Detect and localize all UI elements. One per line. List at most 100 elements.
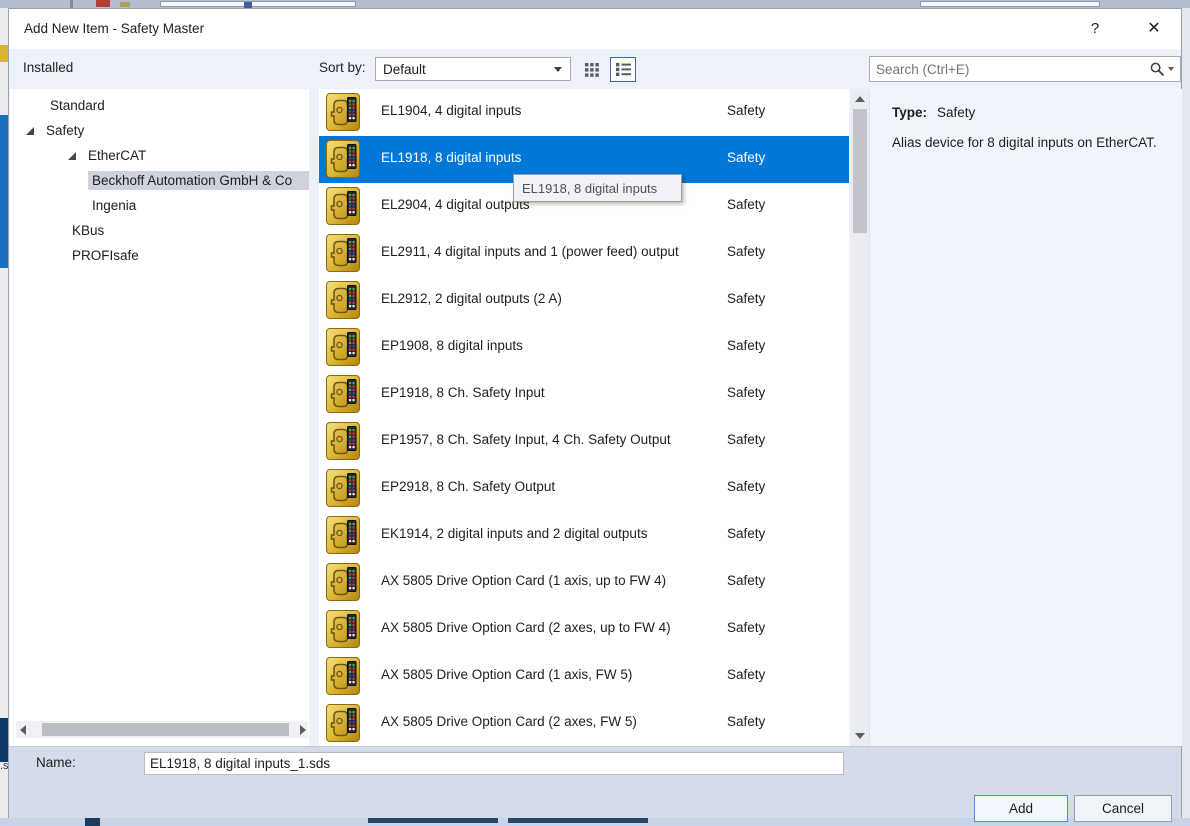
list-vertical-scrollbar[interactable] [851,89,869,746]
safety-terminal-icon [326,422,360,460]
add-new-item-dialog: Add New Item - Safety Master ? ✕ Install… [8,8,1182,818]
background-fragment [0,718,8,762]
search-input[interactable] [870,57,1150,81]
search-icon[interactable] [1150,62,1165,77]
background-toolbar-fragment [120,2,130,7]
item-name: AX 5805 Drive Option Card (2 axes, FW 5) [381,714,637,729]
scroll-up-icon[interactable] [855,96,865,102]
item-name: AX 5805 Drive Option Card (1 axis, FW 5) [381,667,632,682]
scrollbar-thumb[interactable] [853,109,867,233]
background-app-top-edge [0,0,1190,8]
list-item[interactable]: AX 5805 Drive Option Card (2 axes, FW 5)… [319,700,849,746]
list-item[interactable]: EK1914, 2 digital inputs and 2 digital o… [319,512,849,559]
list-item[interactable]: EP2918, 8 Ch. Safety Output Safety [319,465,849,512]
dialog-toolbar: Installed Sort by: Default [9,49,1181,89]
item-name: EL1918, 8 digital inputs [381,150,521,165]
dialog-title: Add New Item - Safety Master [24,21,204,36]
tree-expander-icon[interactable] [68,152,76,160]
safety-terminal-icon [326,375,360,413]
item-name: AX 5805 Drive Option Card (2 axes, up to… [381,620,671,635]
list-item[interactable]: AX 5805 Drive Option Card (2 axes, up to… [319,606,849,653]
background-fragment [508,818,648,823]
safety-terminal-icon [326,328,360,366]
background-app-left-edge: .s [0,8,8,826]
list-item[interactable]: AX 5805 Drive Option Card (1 axis, up to… [319,559,849,606]
item-type: Safety [727,432,765,447]
background-toolbar-combobox [920,1,1100,7]
help-button[interactable]: ? [1081,15,1109,43]
safety-terminal-icon [326,469,360,507]
safety-terminal-icon [326,610,360,648]
tree-item-label: Standard [46,96,109,115]
name-label: Name: [36,755,76,770]
dialog-footer: Name: Add Cancel [9,746,1181,818]
safety-terminal-icon [326,563,360,601]
list-item[interactable]: EP1918, 8 Ch. Safety Input Safety [319,371,849,418]
background-toolbar-fragment [96,0,110,7]
background-fragment [85,818,100,826]
close-button[interactable]: ✕ [1137,15,1171,43]
item-name: EP2918, 8 Ch. Safety Output [381,479,555,494]
list-item[interactable]: EL2911, 4 digital inputs and 1 (power fe… [319,230,849,277]
tree-horizontal-scrollbar[interactable] [16,721,308,738]
sort-by-dropdown[interactable]: Default [375,57,571,81]
scroll-down-icon[interactable] [855,733,865,739]
item-name: AX 5805 Drive Option Card (1 axis, up to… [381,573,666,588]
tree-item[interactable]: Standard [10,93,309,118]
item-tooltip: EL1918, 8 digital inputs [513,174,682,202]
item-name: EL1904, 4 digital inputs [381,103,521,118]
add-button[interactable]: Add [974,795,1068,822]
item-type: Safety [727,150,765,165]
installed-section-label[interactable]: Installed [23,60,73,75]
tree-item-label: PROFIsafe [68,246,143,265]
background-fragment [0,45,8,62]
safety-terminal-icon [326,281,360,319]
chevron-down-icon [554,67,562,72]
safety-terminal-icon [326,516,360,554]
tree-item-label: EtherCAT [84,146,150,165]
item-name: EP1918, 8 Ch. Safety Input [381,385,545,400]
icon-view-button[interactable] [579,57,605,82]
background-toolbar-combobox [160,1,356,7]
tree-item[interactable]: KBus [10,218,309,243]
item-name: EP1957, 8 Ch. Safety Input, 4 Ch. Safety… [381,432,671,447]
safety-terminal-icon [326,657,360,695]
safety-terminal-icon [326,187,360,225]
scrollbar-thumb[interactable] [42,723,289,736]
tree-item-label: KBus [68,221,108,240]
cancel-button[interactable]: Cancel [1074,795,1172,822]
type-value: Safety [937,105,975,120]
background-toolbar-fragment [70,0,73,8]
list-view-button[interactable] [610,57,636,82]
tree-item[interactable]: Beckhoff Automation GmbH & Co [10,168,309,193]
list-item[interactable]: AX 5805 Drive Option Card (1 axis, FW 5)… [319,653,849,700]
dialog-titlebar[interactable]: Add New Item - Safety Master ? ✕ [9,9,1181,49]
list-item[interactable]: EL2912, 2 digital outputs (2 A) Safety [319,277,849,324]
list-item[interactable]: EP1908, 8 digital inputs Safety [319,324,849,371]
search-options-caret-icon[interactable] [1168,67,1174,71]
tree-item-label: Ingenia [88,196,140,215]
safety-terminal-icon [326,704,360,742]
safety-terminal-icon [326,93,360,131]
scroll-right-icon[interactable] [300,725,306,735]
name-input[interactable] [144,752,844,775]
tree-item[interactable]: Safety [10,118,309,143]
background-app-right-edge [1182,8,1190,826]
item-type: Safety [727,244,765,259]
item-type: Safety [727,714,765,729]
list-item[interactable]: EL1904, 4 digital inputs Safety [319,89,849,136]
category-tree: Standard Safety EtherCAT Beckhoff Automatio… [10,89,309,268]
type-label: Type: [892,105,927,120]
tree-expander-icon[interactable] [26,127,34,135]
tree-item[interactable]: PROFIsafe [10,243,309,268]
safety-terminal-icon [326,234,360,272]
item-details-panel: Type:Safety Alias device for 8 digital i… [869,89,1182,746]
tree-item-label: Safety [42,121,88,140]
scroll-left-icon[interactable] [20,725,26,735]
item-name: EP1908, 8 digital inputs [381,338,523,353]
item-type: Safety [727,667,765,682]
list-item[interactable]: EP1957, 8 Ch. Safety Input, 4 Ch. Safety… [319,418,849,465]
tree-item[interactable]: Ingenia [10,193,309,218]
item-name: EL2911, 4 digital inputs and 1 (power fe… [381,244,679,259]
tree-item[interactable]: EtherCAT [10,143,309,168]
